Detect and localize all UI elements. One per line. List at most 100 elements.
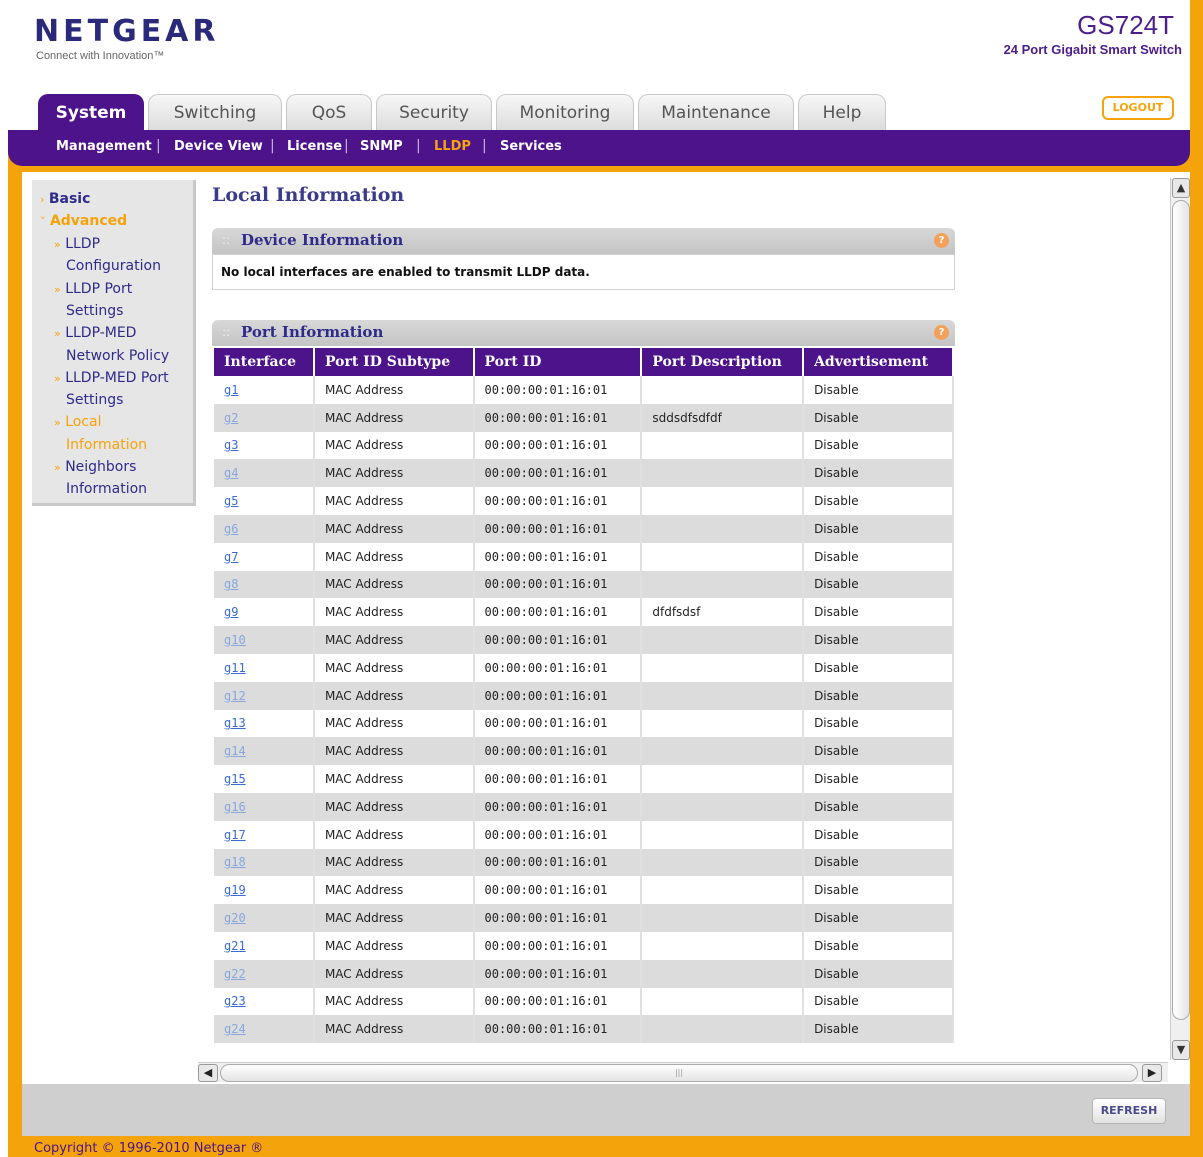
tab-qos[interactable]: QoS bbox=[286, 94, 372, 130]
interface-link[interactable]: g13 bbox=[224, 716, 246, 730]
sidebar-item-label: LLDP Port bbox=[65, 281, 133, 297]
model-name: GS724T bbox=[1077, 10, 1174, 40]
vertical-scrollbar[interactable]: ▲ ▼ bbox=[1170, 178, 1190, 1060]
sidebar-item-label-cont[interactable]: Information bbox=[66, 434, 147, 456]
interface-link[interactable]: g7 bbox=[224, 550, 238, 564]
tab-help[interactable]: Help bbox=[798, 94, 886, 130]
cell-port-id: 00:00:00:01:16:01 bbox=[473, 376, 643, 404]
horizontal-scroll-thumb[interactable]: ||| bbox=[220, 1064, 1138, 1082]
cell-port-description bbox=[641, 709, 805, 738]
interface-link[interactable]: g22 bbox=[224, 967, 246, 981]
column-header-port-id: Port ID bbox=[473, 348, 643, 376]
scroll-left-icon[interactable]: ◀ bbox=[198, 1064, 218, 1082]
cell-port-id-subtype: MAC Address bbox=[313, 848, 475, 877]
brand-tagline: Connect with Innovation™ bbox=[36, 50, 165, 62]
interface-link[interactable]: g19 bbox=[224, 883, 246, 897]
vertical-scroll-thumb[interactable] bbox=[1172, 200, 1190, 1020]
help-icon[interactable]: ? bbox=[934, 325, 949, 340]
sidebar-item-lldp-med-network-policy[interactable]: » LLDP-MED bbox=[54, 322, 136, 345]
interface-link[interactable]: g11 bbox=[224, 661, 246, 675]
sidebar-item-label: Neighbors bbox=[65, 459, 137, 475]
sidebar-item-lldp-configuration[interactable]: » LLDP bbox=[54, 233, 100, 256]
column-header-port-description: Port Description bbox=[641, 348, 805, 376]
table-row: g5 MAC Address 00:00:00:01:16:01 Disable bbox=[214, 487, 954, 515]
cell-interface: g10 bbox=[214, 626, 315, 654]
help-icon[interactable]: ? bbox=[934, 233, 949, 248]
interface-link[interactable]: g18 bbox=[224, 855, 246, 869]
cell-advertisement: Disable bbox=[803, 959, 954, 988]
table-row: g20 MAC Address 00:00:00:01:16:01 Disable bbox=[214, 904, 954, 932]
table-row: g2 MAC Address 00:00:00:01:16:01 sddsdfsdfd… bbox=[214, 403, 954, 432]
interface-link[interactable]: g1 bbox=[224, 383, 238, 397]
sidebar-item-lldp-med-port-settings[interactable]: » LLDP-MED Port bbox=[54, 367, 169, 390]
double-chevron-icon: » bbox=[54, 327, 61, 340]
subnav-separator: | bbox=[482, 138, 487, 154]
interface-link[interactable]: g20 bbox=[224, 911, 246, 925]
cell-port-id: 00:00:00:01:16:01 bbox=[473, 820, 643, 849]
cell-port-id: 00:00:00:01:16:01 bbox=[473, 765, 643, 793]
cell-advertisement: Disable bbox=[803, 403, 954, 432]
table-row: g1 MAC Address 00:00:00:01:16:01 Disable bbox=[214, 376, 954, 404]
tab-monitoring[interactable]: Monitoring bbox=[496, 94, 634, 130]
cell-advertisement: Disable bbox=[803, 681, 954, 710]
sidebar-item-label-cont[interactable]: Settings bbox=[66, 300, 123, 322]
cell-port-description bbox=[641, 765, 805, 793]
logout-button[interactable]: LOGOUT bbox=[1102, 96, 1174, 120]
subnav-management[interactable]: Management bbox=[56, 139, 152, 154]
sidebar-item-label-cont[interactable]: Information bbox=[66, 478, 147, 500]
sidebar-item-neighbors-information[interactable]: » Neighbors bbox=[54, 456, 136, 479]
interface-link[interactable]: g23 bbox=[224, 994, 246, 1008]
cell-advertisement: Disable bbox=[803, 737, 954, 766]
interface-link[interactable]: g3 bbox=[224, 438, 238, 452]
interface-link[interactable]: g17 bbox=[224, 828, 246, 842]
interface-link[interactable]: g6 bbox=[224, 522, 238, 536]
cell-port-description bbox=[641, 542, 805, 571]
subnav-license[interactable]: License bbox=[287, 139, 342, 154]
sidebar-item-basic[interactable]: › Basic bbox=[40, 188, 90, 211]
tab-switching[interactable]: Switching bbox=[148, 94, 282, 130]
cell-port-id-subtype: MAC Address bbox=[313, 709, 475, 738]
scroll-down-icon[interactable]: ▼ bbox=[1172, 1040, 1190, 1060]
interface-link[interactable]: g21 bbox=[224, 939, 246, 953]
refresh-button[interactable]: REFRESH bbox=[1092, 1098, 1166, 1124]
tab-maintenance[interactable]: Maintenance bbox=[638, 94, 794, 130]
sidebar-item-label-cont[interactable]: Settings bbox=[66, 389, 123, 411]
netgear-logo: NETGEAR bbox=[34, 14, 220, 49]
cell-port-description bbox=[641, 931, 805, 960]
cell-port-id-subtype: MAC Address bbox=[313, 626, 475, 654]
sidebar-item-local-information[interactable]: » Local bbox=[54, 411, 101, 434]
interface-link[interactable]: g4 bbox=[224, 466, 238, 480]
cell-port-id: 00:00:00:01:16:01 bbox=[473, 570, 643, 599]
scroll-up-icon[interactable]: ▲ bbox=[1172, 178, 1190, 198]
interface-link[interactable]: g9 bbox=[224, 605, 238, 619]
subnav-services[interactable]: Services bbox=[500, 139, 562, 154]
cell-port-id-subtype: MAC Address bbox=[313, 820, 475, 849]
sidebar-item-label-cont[interactable]: Configuration bbox=[66, 255, 161, 277]
cell-port-description bbox=[641, 431, 805, 460]
cell-interface: g7 bbox=[214, 542, 315, 571]
subnav-lldp[interactable]: LLDP bbox=[434, 139, 471, 154]
interface-link[interactable]: g2 bbox=[224, 411, 238, 425]
table-row: g14 MAC Address 00:00:00:01:16:01 Disable bbox=[214, 737, 954, 766]
column-header-interface: Interface bbox=[214, 348, 315, 376]
tab-system[interactable]: System bbox=[38, 94, 144, 130]
subnav-device-view[interactable]: Device View bbox=[174, 139, 263, 154]
sidebar-item-lldp-port-settings[interactable]: » LLDP Port bbox=[54, 278, 132, 301]
interface-link[interactable]: g14 bbox=[224, 744, 246, 758]
interface-link[interactable]: g16 bbox=[224, 800, 246, 814]
sidebar-item-advanced[interactable]: ˅ Advanced bbox=[40, 210, 127, 233]
table-row: g9 MAC Address 00:00:00:01:16:01 dfdfsdsf Di… bbox=[214, 598, 954, 627]
interface-link[interactable]: g15 bbox=[224, 772, 246, 786]
interface-link[interactable]: g24 bbox=[224, 1022, 246, 1036]
interface-link[interactable]: g5 bbox=[224, 494, 238, 508]
sidebar-item-label-cont[interactable]: Network Policy bbox=[66, 345, 169, 367]
cell-port-id-subtype: MAC Address bbox=[313, 876, 475, 905]
interface-link[interactable]: g12 bbox=[224, 689, 246, 703]
interface-link[interactable]: g8 bbox=[224, 577, 238, 591]
cell-advertisement: Disable bbox=[803, 820, 954, 849]
horizontal-scrollbar[interactable]: ◀ ||| ▶ bbox=[198, 1062, 1168, 1082]
subnav-snmp[interactable]: SNMP bbox=[360, 139, 403, 154]
interface-link[interactable]: g10 bbox=[224, 633, 246, 647]
scroll-right-icon[interactable]: ▶ bbox=[1142, 1064, 1162, 1082]
tab-security[interactable]: Security bbox=[376, 94, 492, 130]
